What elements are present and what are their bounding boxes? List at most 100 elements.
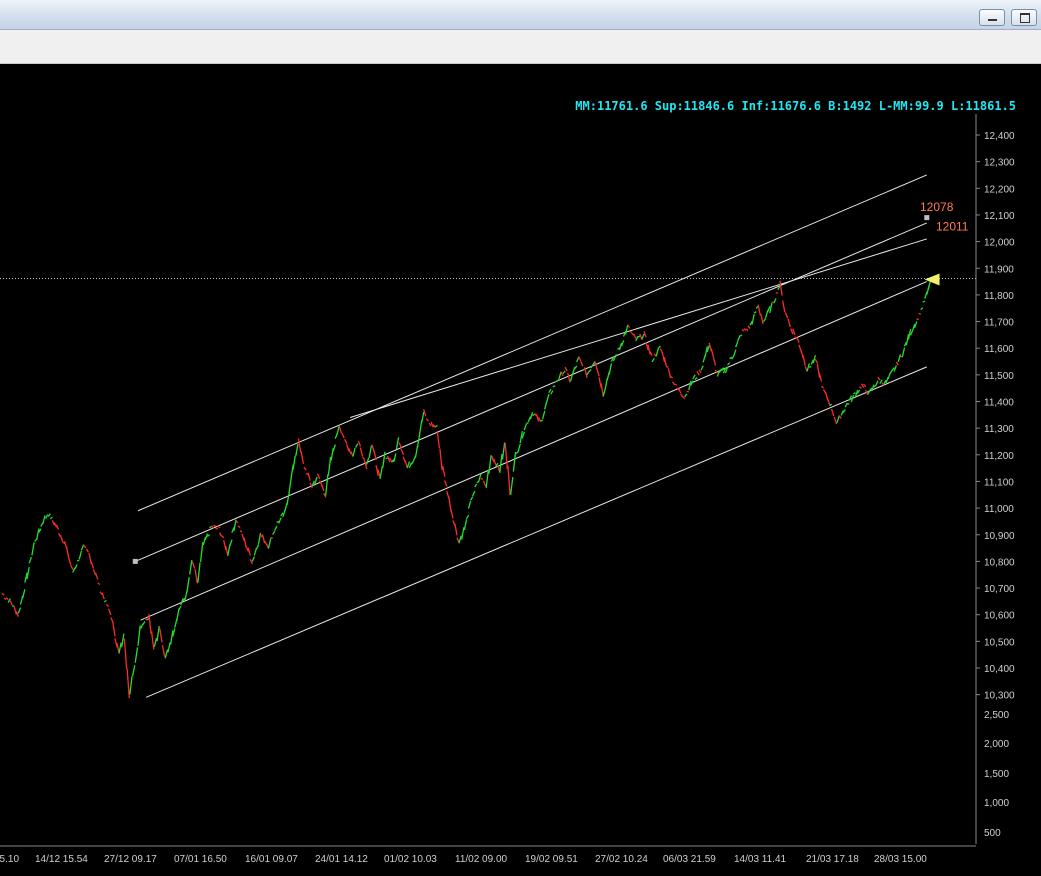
price-segment-up bbox=[735, 341, 739, 348]
price-segment-down bbox=[863, 383, 867, 388]
time-tick-label: 14/03 11.41 bbox=[734, 854, 787, 865]
price-segment-up bbox=[920, 307, 924, 311]
price-segment-up bbox=[31, 542, 35, 556]
price-tick-label: 10,800 bbox=[984, 557, 1015, 568]
price-segment-up bbox=[199, 542, 204, 562]
price-segment-down bbox=[110, 617, 114, 623]
price-segment-up bbox=[541, 410, 546, 420]
price-chart[interactable]: 12,400 12,300 12,200 12,100 12,000 11,900 11,8… bbox=[0, 64, 1041, 876]
price-segment-down bbox=[782, 300, 786, 313]
price-segment-up bbox=[121, 633, 125, 648]
price-tick-label: 12,100 bbox=[984, 211, 1015, 222]
price-segment-down bbox=[114, 638, 118, 648]
price-segment-down bbox=[85, 548, 90, 553]
price-segment-up bbox=[414, 445, 419, 458]
price-tick-label: 11,500 bbox=[984, 371, 1014, 382]
time-tick-label: 06/03 21.59 bbox=[663, 854, 716, 865]
price-segment-up bbox=[509, 477, 514, 495]
trend-line bbox=[137, 174, 927, 512]
price-segment-down bbox=[223, 540, 227, 551]
price-segment-up bbox=[897, 354, 902, 363]
price-segment-up bbox=[355, 443, 359, 448]
restore-icon bbox=[1020, 13, 1030, 23]
price-tick-label: 10,600 bbox=[984, 611, 1015, 622]
price-segment-down bbox=[580, 361, 584, 367]
price-segment-up bbox=[176, 608, 180, 621]
price-segment-down bbox=[1, 592, 5, 596]
price-segment-up bbox=[844, 402, 848, 408]
price-segment-down bbox=[161, 645, 166, 657]
price-segment-up bbox=[840, 410, 844, 416]
time-tick-label: 28/03 15.00 bbox=[874, 854, 927, 865]
chart-area[interactable]: 12,400 12,300 12,200 12,100 12,000 11,900 11,8… bbox=[0, 64, 1041, 876]
target-label-upper: 12078 bbox=[920, 200, 954, 214]
price-segment-up bbox=[590, 364, 594, 369]
price-segment-up bbox=[314, 476, 318, 485]
restore-button[interactable] bbox=[1011, 9, 1037, 26]
price-segment-down bbox=[148, 613, 152, 634]
price-segment-down bbox=[833, 416, 838, 425]
price-segment-up bbox=[257, 532, 262, 545]
price-segment-up bbox=[688, 380, 692, 391]
price-segment-up bbox=[922, 300, 926, 303]
price-segment-down bbox=[439, 448, 443, 471]
price-segment-up bbox=[901, 347, 906, 358]
price-segment-down bbox=[249, 558, 253, 565]
price-segment-down bbox=[320, 484, 325, 492]
price-segment-up bbox=[118, 642, 122, 654]
price-segment-down bbox=[247, 547, 251, 556]
price-segment-down bbox=[346, 444, 350, 452]
price-segment-up bbox=[517, 443, 521, 452]
price-segment-up bbox=[272, 530, 276, 535]
time-tick-label: 15.10 bbox=[0, 854, 19, 865]
trendline-handle bbox=[132, 558, 138, 564]
price-segment-down bbox=[341, 433, 345, 439]
price-segment-down bbox=[779, 280, 783, 296]
price-segment-up bbox=[267, 538, 272, 549]
price-segment-down bbox=[398, 442, 402, 449]
price-segment-up bbox=[153, 637, 158, 648]
price-segment-up bbox=[737, 335, 741, 342]
toolbar bbox=[0, 30, 1041, 64]
price-segment-up bbox=[655, 348, 659, 357]
price-segment-up bbox=[501, 442, 506, 460]
price-segment-down bbox=[663, 356, 668, 367]
price-tick-label: 12,200 bbox=[984, 184, 1015, 195]
price-segment-down bbox=[359, 447, 364, 457]
price-segment-up bbox=[78, 550, 83, 560]
price-tick-label: 11,200 bbox=[984, 451, 1014, 462]
price-segment-down bbox=[357, 440, 362, 447]
price-segment-down bbox=[796, 337, 800, 343]
price-segment-up bbox=[641, 333, 645, 340]
price-segment-down bbox=[802, 355, 806, 366]
price-segment-up bbox=[523, 423, 528, 431]
minimize-button[interactable] bbox=[979, 9, 1005, 26]
price-segment-down bbox=[215, 527, 219, 530]
price-segment-up bbox=[657, 345, 661, 349]
price-segment-up bbox=[618, 342, 623, 351]
price-segment-up bbox=[515, 451, 519, 455]
price-segment-down bbox=[303, 466, 307, 471]
last-price-marker bbox=[924, 273, 940, 286]
price-segment-down bbox=[600, 383, 604, 397]
price-tick-label: 11,100 bbox=[984, 477, 1014, 488]
indicator-readout: MM:11761.6 Sup:11846.6 Inf:11676.6 B:149… bbox=[575, 99, 1016, 113]
price-segment-down bbox=[108, 608, 112, 616]
price-segment-up bbox=[164, 649, 169, 659]
price-segment-down bbox=[838, 414, 842, 419]
price-segment-down bbox=[450, 508, 454, 519]
price-segment-down bbox=[300, 451, 305, 465]
price-segment-up bbox=[769, 302, 773, 314]
price-segment-up bbox=[7, 598, 11, 603]
time-tick-label: 21/03 17.18 bbox=[806, 854, 859, 865]
price-tick-label: 11,900 bbox=[984, 264, 1014, 275]
price-segment-up bbox=[753, 311, 757, 314]
price-segment-up bbox=[28, 556, 33, 564]
price-segment-up bbox=[393, 453, 397, 463]
price-segment-up bbox=[286, 492, 290, 506]
price-segment-down bbox=[482, 480, 487, 487]
price-segment-up bbox=[382, 451, 386, 468]
price-segment-down bbox=[629, 330, 633, 333]
price-segment-up bbox=[608, 363, 613, 375]
price-segment-up bbox=[292, 455, 296, 470]
